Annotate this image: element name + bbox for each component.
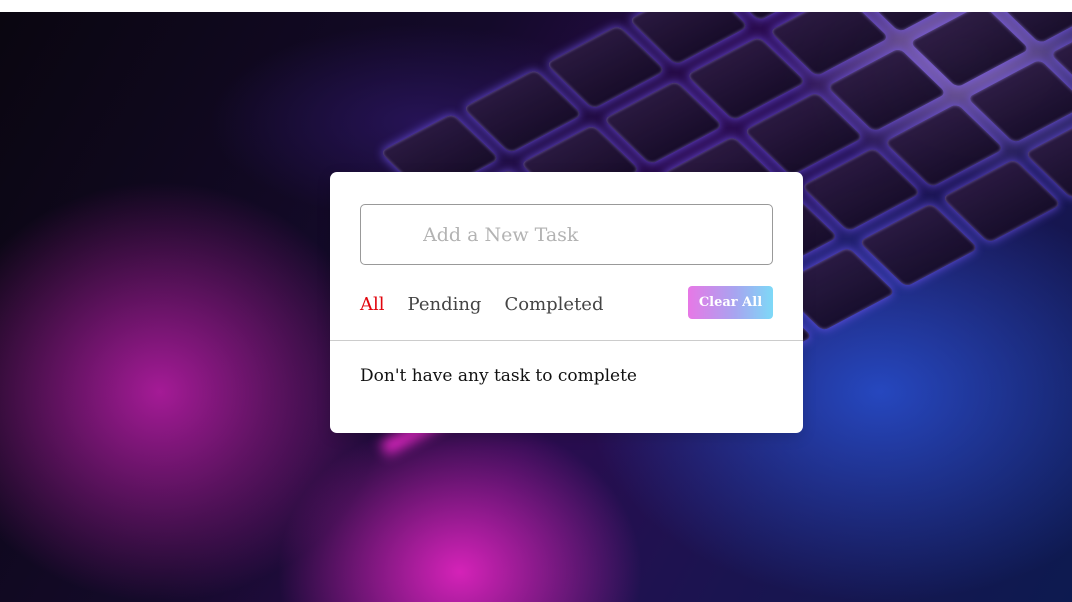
filter-completed[interactable]: Completed: [504, 294, 603, 316]
divider: [330, 340, 803, 341]
task-input[interactable]: [360, 204, 773, 265]
empty-task-message: Don't have any task to complete: [360, 366, 637, 386]
filter-all[interactable]: All: [360, 294, 385, 316]
filter-tabs: All Pending Completed: [360, 293, 627, 317]
todo-card: All Pending Completed Clear All Don't ha…: [330, 172, 803, 433]
page: All Pending Completed Clear All Don't ha…: [0, 0, 1072, 602]
clear-all-button[interactable]: Clear All: [688, 286, 773, 319]
filter-pending[interactable]: Pending: [408, 294, 482, 316]
